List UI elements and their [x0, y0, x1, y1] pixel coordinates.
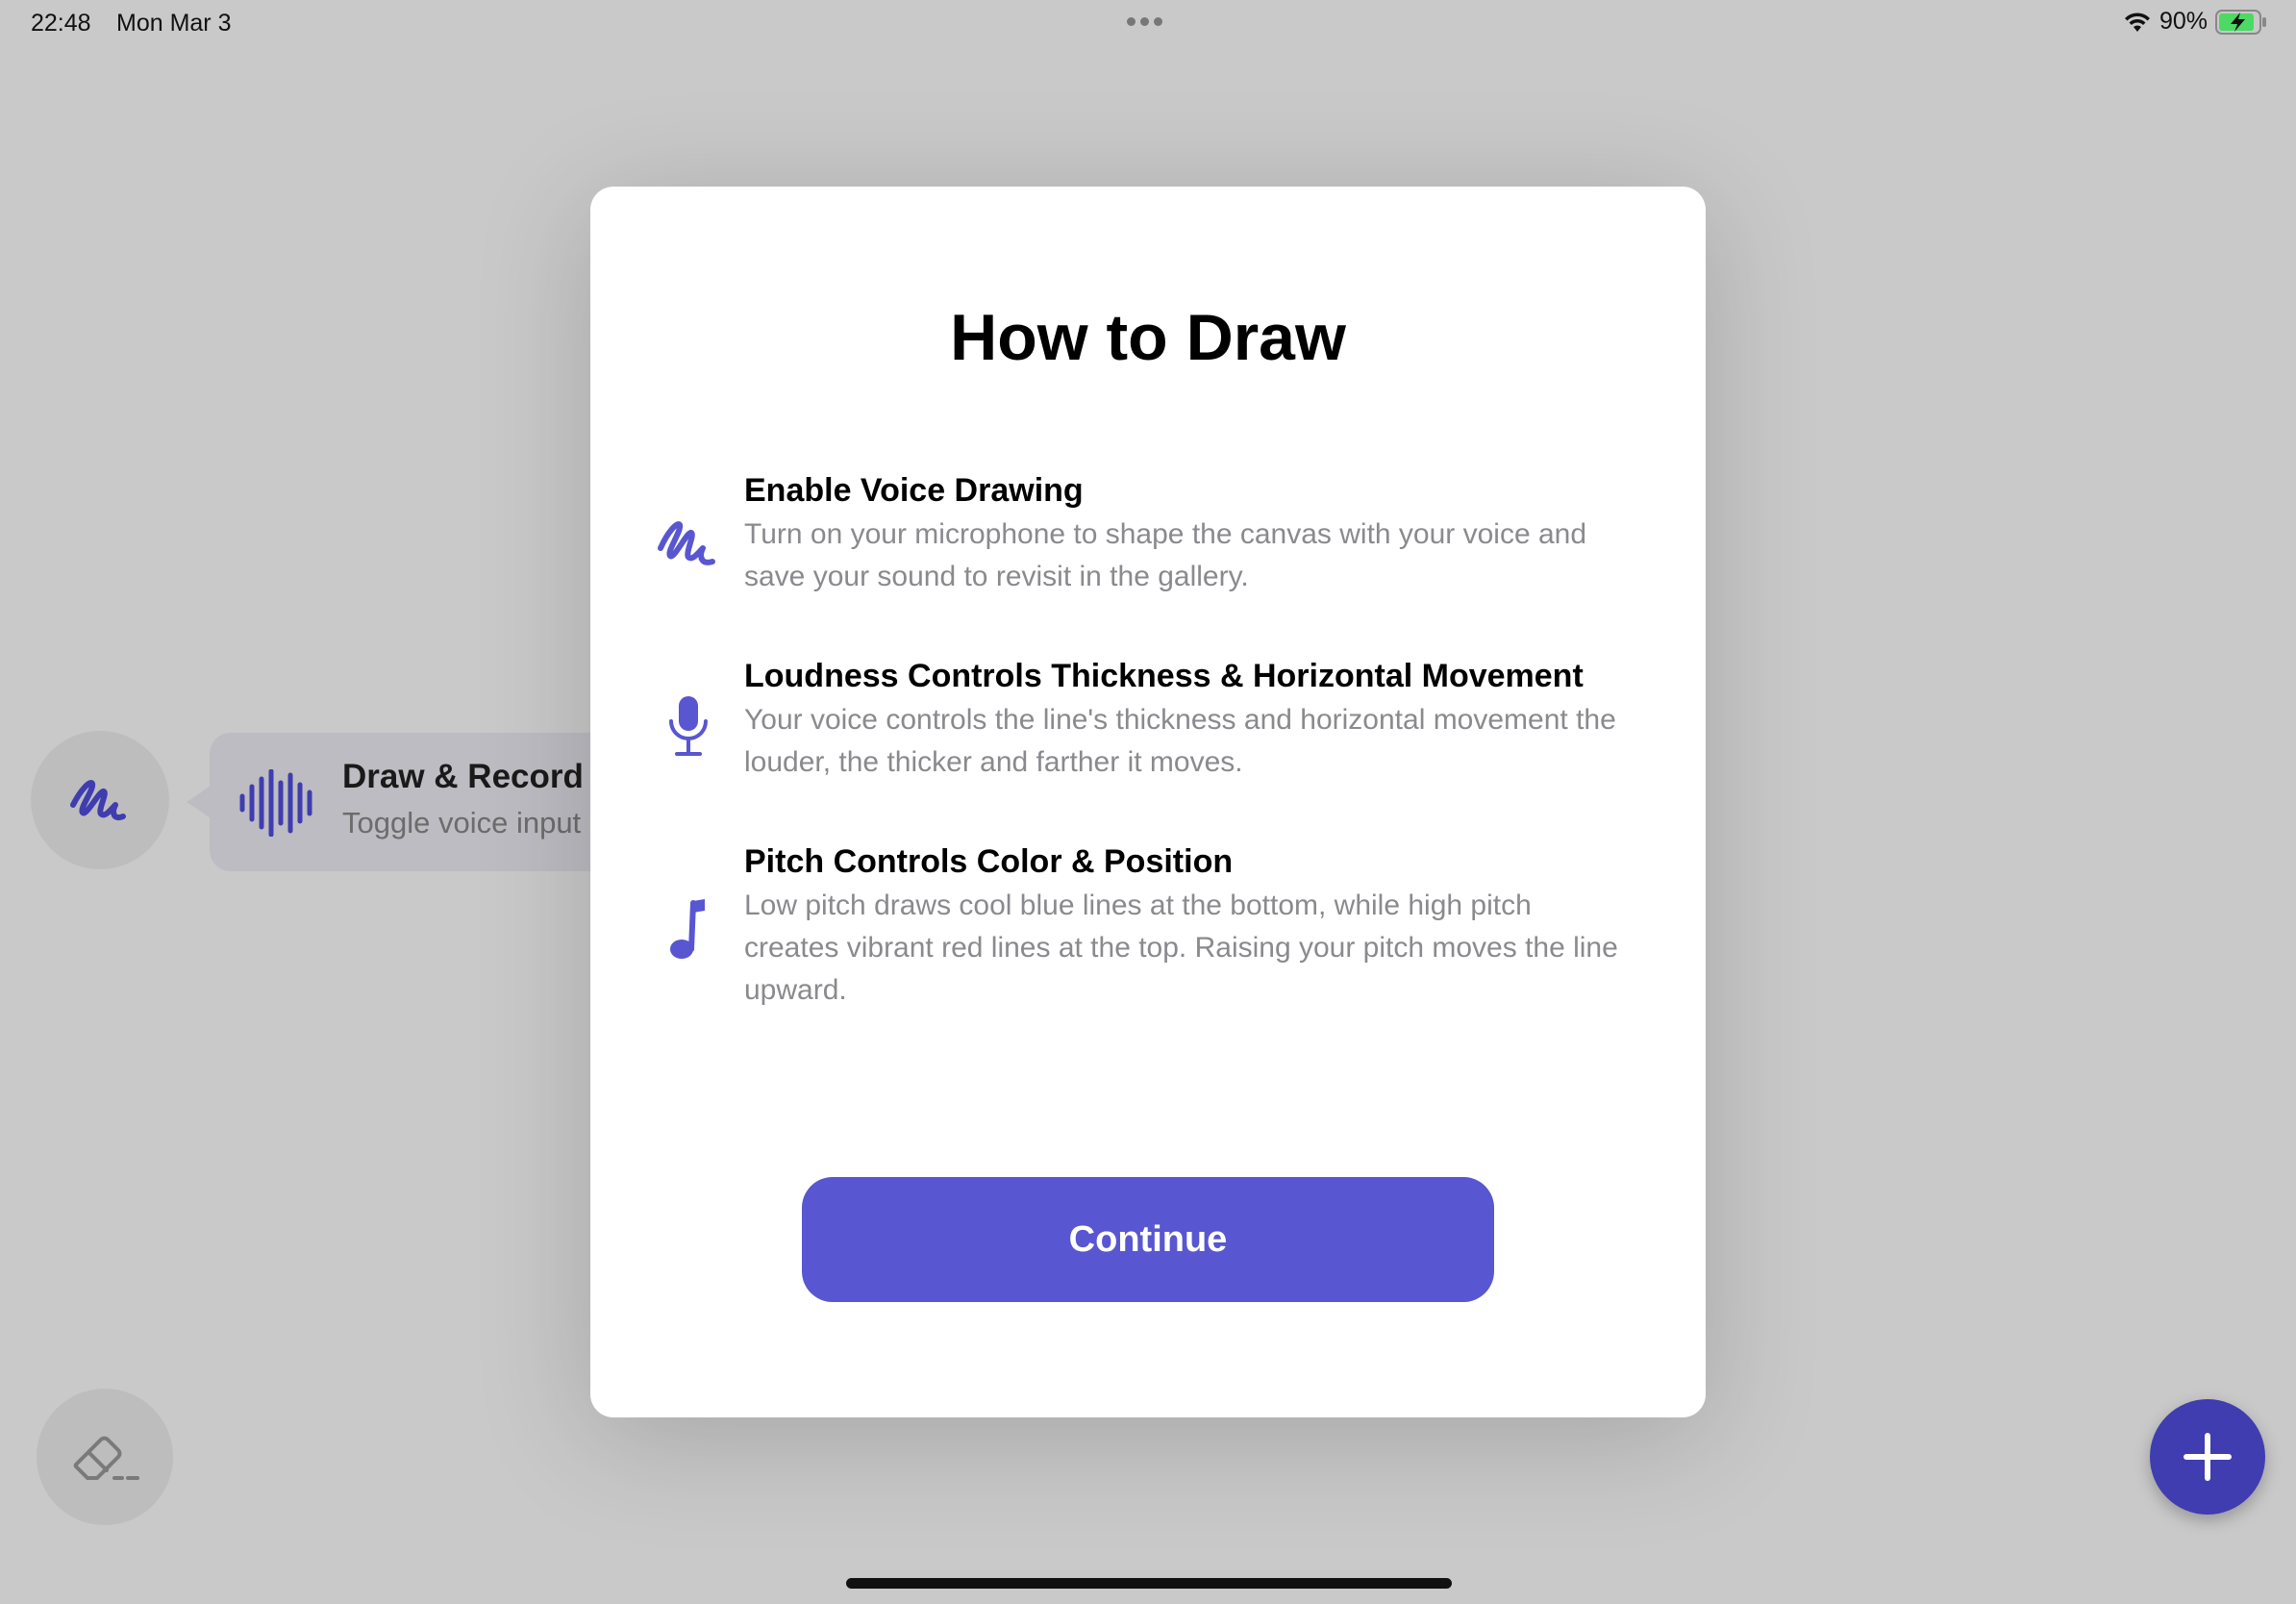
waveform-icon	[239, 769, 312, 837]
description-line: Turn on your microphone to shape the can…	[744, 518, 1587, 550]
tooltip-arrow	[187, 787, 210, 817]
description-line: upward.	[744, 974, 847, 1006]
eraser-button[interactable]	[37, 1389, 173, 1525]
how-to-draw-modal: How to Draw Enable Voice Drawing Turn on…	[590, 187, 1706, 1417]
wifi-icon	[2124, 12, 2150, 32]
feature-title: Enable Voice Drawing	[744, 472, 1084, 509]
status-date: Mon Mar 3	[116, 10, 232, 37]
draw-record-tooltip: Draw & Record w Toggle voice input	[210, 733, 633, 871]
battery-percentage: 90%	[2159, 8, 2208, 35]
feature-description: Low pitch draws cool blue lines at the b…	[744, 885, 1667, 1012]
feature-description: Your voice controls the line's thickness…	[744, 699, 1667, 784]
status-indicators: 90%	[2123, 8, 2267, 36]
tooltip-subtitle: Toggle voice input	[342, 806, 582, 840]
multitasking-dots-icon[interactable]	[1127, 17, 1162, 26]
continue-button[interactable]: Continue	[802, 1177, 1494, 1302]
feature-title: Loudness Controls Thickness & Horizontal…	[744, 658, 1584, 694]
feature-text: Pitch Controls Color & Position Low pitc…	[744, 840, 1667, 1012]
battery-charging-icon	[2215, 9, 2266, 35]
feature-text: Enable Voice Drawing Turn on your microp…	[744, 469, 1667, 598]
scribble-icon	[644, 498, 733, 587]
scribble-icon	[70, 780, 126, 820]
modal-title: How to Draw	[950, 301, 1346, 374]
microphone-icon	[644, 684, 733, 772]
eraser-icon	[73, 1436, 139, 1480]
plus-icon	[2184, 1433, 2232, 1481]
description-line: louder, the thicker and farther it moves…	[744, 746, 1243, 778]
music-note-icon	[644, 885, 733, 973]
tooltip-title: Draw & Record w	[342, 758, 619, 795]
description-line: Your voice controls the line's thickness…	[744, 704, 1616, 736]
description-line: creates vibrant red lines at the top. Ra…	[744, 932, 1618, 964]
description-line: Low pitch draws cool blue lines at the b…	[744, 890, 1532, 921]
status-bar: 22:48 Mon Mar 3 90%	[0, 0, 2296, 48]
feature-text: Loudness Controls Thickness & Horizontal…	[744, 655, 1667, 784]
feature-description: Turn on your microphone to shape the can…	[744, 514, 1667, 598]
draw-toggle-button[interactable]	[31, 731, 169, 869]
home-indicator[interactable]	[846, 1578, 1452, 1589]
description-line: save your sound to revisit in the galler…	[744, 561, 1249, 592]
feature-title: Pitch Controls Color & Position	[744, 843, 1234, 880]
add-button[interactable]	[2150, 1399, 2265, 1515]
status-time: 22:48	[31, 10, 91, 37]
